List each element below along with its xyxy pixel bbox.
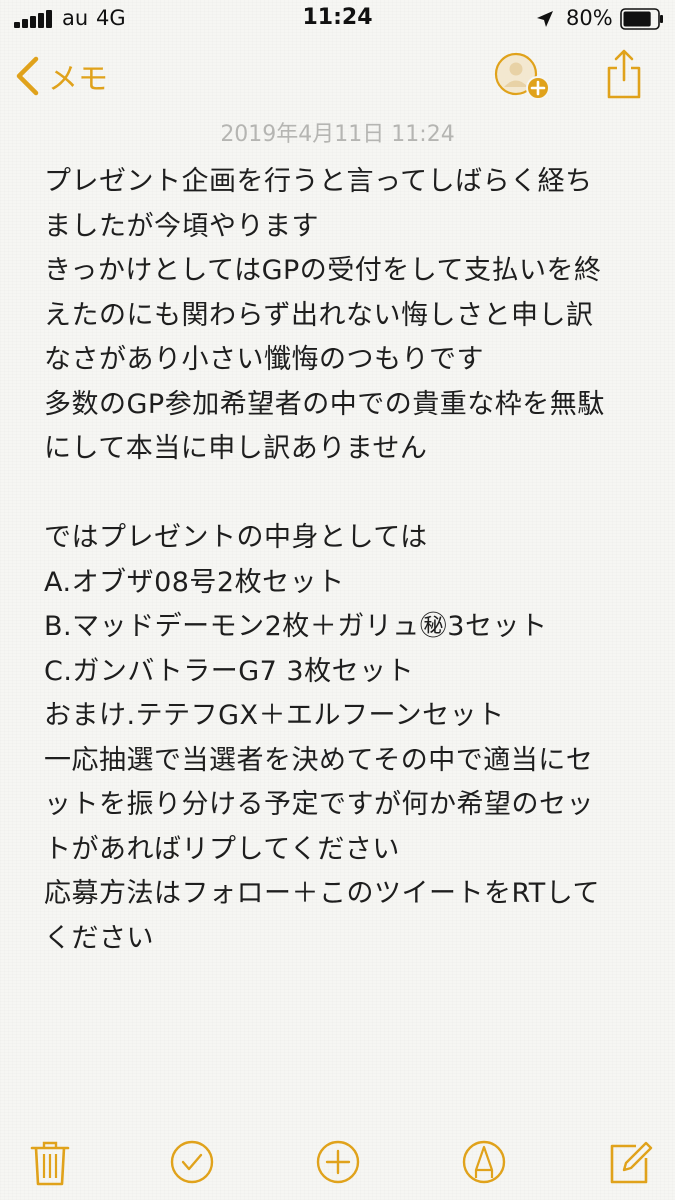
markup-icon[interactable] [460,1138,508,1186]
bottom-toolbar [0,1130,675,1190]
trash-icon[interactable] [26,1138,74,1186]
note-line: 応募方法はフォロー＋このツイートをRTして [44,878,600,909]
note-line: 一応抽選で当選者を決めてその中で適当にセ [44,744,594,776]
note-line [44,472,644,517]
add-icon[interactable] [314,1138,362,1186]
note-line: ください [44,922,154,954]
add-people-icon[interactable] [494,52,552,102]
note-line: 多数のGP参加希望者の中での貴重な枠を無駄 [44,388,605,420]
note-line: きっかけとしてはGPの受付をして支払いを終 [44,255,602,286]
note-line: なさがあり小さい懺悔のつもりです [44,344,484,375]
compose-icon[interactable] [606,1138,654,1186]
note-line: B.マッドデーモン2枚＋ガリュ㊙3セット [44,611,548,642]
location-arrow-icon [537,11,553,27]
battery-percentage: 80% [566,6,613,30]
note-line: A.オブザ08号2枚セット [44,566,345,598]
note-line: ではプレゼントの中身としては [44,522,428,553]
note-line: ましたが今頃やります [44,210,319,242]
chevron-left-icon [16,56,39,96]
note-line: ットを振り分ける予定ですが何か希望のセッ [44,789,594,820]
back-button[interactable]: メモ [14,54,108,98]
note-line: おまけ.テテフGX＋エルフーンセット [44,700,505,731]
checklist-icon[interactable] [168,1138,216,1186]
note-line: トがあればリプしてください [44,833,400,865]
share-icon[interactable] [604,48,644,100]
note-line: にして本当に申し訳ありません [44,433,428,464]
note-line: プレゼント企画を行うと言ってしばらく経ち [44,166,593,197]
note-body[interactable]: プレゼント企画を行うと言ってしばらく経ち ましたが今頃やりますきっかけとしてはGP… [44,160,644,961]
battery-icon [620,8,663,30]
status-bar: au 4G 11:24 80% [0,0,675,40]
note-line: C.ガンバトラーG7 3枚セット [44,655,415,687]
note-line: えたのにも関わらず出れない悔しさと申し訳 [44,299,594,331]
back-button-label: メモ [48,62,108,97]
note-date: 2019年4月11日 11:24 [220,122,455,147]
navigation-bar: メモ [0,40,675,120]
